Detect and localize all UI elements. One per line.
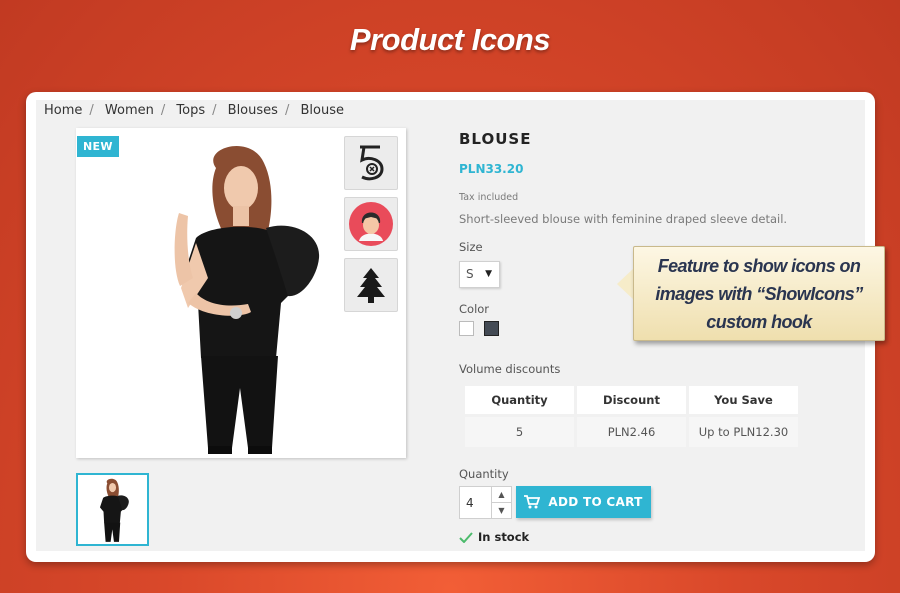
breadcrumb-blouses[interactable]: Blouses [228,103,278,118]
breadcrumb-tops[interactable]: Tops [176,103,205,118]
add-to-cart-button[interactable]: ADD TO CART [516,486,651,518]
callout-pointer [617,268,634,300]
callout-line: custom hook [706,311,812,332]
number-5-icon [344,136,398,190]
banner-title: Product Icons [349,22,551,57]
product-title: BLOUSE [459,130,532,148]
quantity-label: Quantity [459,467,509,481]
breadcrumb: Home / Women / Tops / Blouses / Blouse [44,103,344,118]
product-thumbnail[interactable] [76,473,149,546]
face-avatar-icon [344,197,398,251]
size-label: Size [459,240,483,254]
product-price: PLN33.20 [459,162,524,176]
quantity-stepper[interactable]: 4 ▲ ▼ [459,486,512,519]
table-cell: Up to PLN12.30 [689,417,798,447]
table-header: You Save [689,386,798,414]
product-description: Short-sleeved blouse with feminine drape… [459,212,788,226]
callout-line: Feature to show icons on [657,255,861,276]
breadcrumb-women[interactable]: Women [105,103,154,118]
color-swatch-dark[interactable] [484,321,499,336]
breadcrumb-separator: / [284,103,290,118]
table-cell: PLN2.46 [577,417,686,447]
size-select[interactable]: S ▼ [459,261,500,288]
tax-note: Tax included [459,192,519,203]
breadcrumb-separator: / [212,103,217,118]
color-label: Color [459,302,490,316]
quantity-value: 4 [466,496,474,510]
color-swatch-white[interactable] [459,321,474,336]
table-header: Quantity [465,386,574,414]
chevron-down-icon[interactable]: ▼ [492,503,511,519]
size-value: S [466,267,474,281]
table-header: Discount [577,386,686,414]
breadcrumb-separator: / [160,103,166,118]
cart-icon [524,495,541,509]
callout-text: Feature to show icons on images with “Sh… [655,252,863,336]
table-row: 5 PLN2.46 Up to PLN12.30 [465,417,798,447]
quantity-spinner: ▲ ▼ [491,487,511,518]
stock-status: In stock [459,530,529,544]
product-main-image[interactable]: NEW [76,128,406,458]
thumbnail-photo [99,478,129,542]
breadcrumb-separator: / [89,103,94,118]
breadcrumb-home[interactable]: Home [44,103,82,118]
stock-status-text: In stock [478,530,530,544]
volume-discounts-table: Quantity Discount You Save 5 PLN2.46 Up … [462,383,801,450]
new-badge: NEW [77,136,119,157]
caret-down-icon: ▼ [485,269,492,279]
table-header-row: Quantity Discount You Save [465,386,798,414]
table-cell: 5 [465,417,574,447]
volume-discounts-label: Volume discounts [459,362,561,376]
tree-icon [344,258,398,312]
check-icon [459,531,473,543]
add-to-cart-label: ADD TO CART [548,495,643,509]
feature-callout: Feature to show icons on images with “Sh… [633,246,885,341]
breadcrumb-current: Blouse [300,103,344,118]
callout-line: images with “ShowIcons” [655,283,863,304]
chevron-up-icon[interactable]: ▲ [492,487,511,503]
